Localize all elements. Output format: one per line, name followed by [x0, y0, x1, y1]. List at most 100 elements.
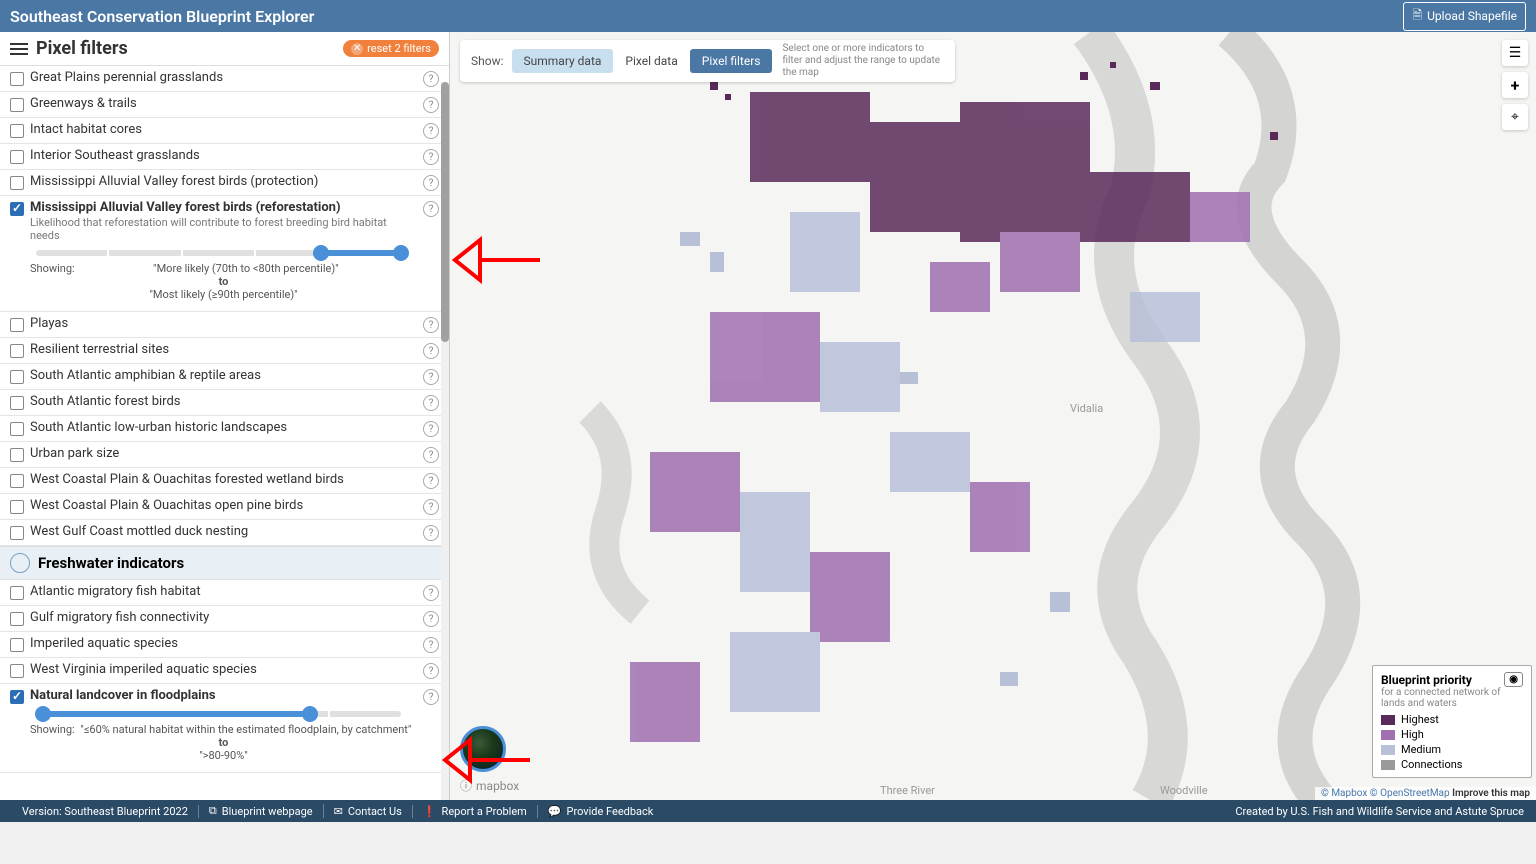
help-icon[interactable]: ? [423, 663, 439, 679]
zoom-in-button[interactable]: + [1502, 72, 1528, 98]
footer-blueprint-webpage[interactable]: ⧉ Blueprint webpage [199, 804, 324, 818]
legend-title: Blueprint priority [1381, 673, 1472, 687]
help-icon[interactable]: ? [423, 395, 439, 411]
filter-checkbox[interactable] [10, 474, 24, 488]
filter-checkbox[interactable] [10, 690, 24, 704]
filter-checkbox[interactable] [10, 344, 24, 358]
attrib-mapbox[interactable]: © Mapbox [1321, 788, 1367, 799]
category-freshwater: Freshwater indicators [0, 546, 449, 580]
slider-handle-min[interactable] [35, 706, 51, 722]
sidebar-header: Pixel filters reset 2 filters [0, 32, 449, 66]
slider-handle-min[interactable] [313, 245, 329, 261]
range-slider[interactable] [36, 711, 401, 717]
scrollbar-thumb[interactable] [441, 82, 449, 342]
help-icon[interactable]: ? [423, 97, 439, 113]
tab-summary-data[interactable]: Summary data [512, 49, 614, 73]
legend-visibility-toggle[interactable]: ◉ [1504, 672, 1523, 687]
footer-provide-feedback[interactable]: 💬 Provide Feedback [538, 805, 664, 818]
legend: Blueprint priority ◉ for a connected net… [1372, 665, 1532, 778]
filter-checkbox[interactable] [10, 612, 24, 626]
help-icon[interactable]: ? [423, 585, 439, 601]
scrollbar-track[interactable] [441, 82, 449, 800]
filter-checkbox[interactable] [10, 422, 24, 436]
legend-subtitle: for a connected network of lands and wat… [1381, 687, 1523, 709]
chat-icon: 💬 [548, 805, 562, 818]
filter-checkbox[interactable] [10, 396, 24, 410]
help-icon[interactable]: ? [423, 611, 439, 627]
slider-handle-max[interactable] [393, 245, 409, 261]
footer-contact-us[interactable]: ✉ Contact Us [324, 805, 413, 818]
map-attribution: © Mapbox © OpenStreetMap Improve this ma… [1315, 787, 1536, 800]
help-icon[interactable]: ? [423, 343, 439, 359]
filter-checkbox[interactable] [10, 176, 24, 190]
help-icon[interactable]: ? [423, 525, 439, 541]
help-icon[interactable]: ? [423, 447, 439, 463]
plus-icon: + [1511, 76, 1520, 95]
filter-checkbox[interactable] [10, 638, 24, 652]
help-icon[interactable]: ? [423, 689, 439, 705]
help-icon[interactable]: ? [423, 637, 439, 653]
filter-checkbox[interactable] [10, 448, 24, 462]
map-label-vidalia: Vidalia [1070, 402, 1103, 415]
range-slider[interactable] [36, 250, 401, 256]
upload-shapefile-button[interactable]: 🗎 Upload Shapefile [1403, 2, 1526, 31]
map-label-woodville: Woodville [1160, 784, 1208, 797]
filter-label: Playas [30, 316, 417, 331]
filter-checkbox[interactable] [10, 526, 24, 540]
filter-label: Resilient terrestrial sites [30, 342, 417, 357]
app-title: Southeast Conservation Blueprint Explore… [10, 7, 314, 26]
filter-item: West Coastal Plain & Ouachitas open pine… [0, 494, 449, 520]
help-icon[interactable]: ? [423, 317, 439, 333]
mapbox-logo: ⓘ mapbox [460, 777, 519, 794]
filter-item: Natural landcover in floodplainsShowing:… [0, 684, 449, 773]
map-area[interactable]: Vidalia Three River Woodville Show: Summ… [450, 32, 1536, 800]
compass-icon: ⌖ [1511, 109, 1519, 125]
help-icon[interactable]: ? [423, 175, 439, 191]
attrib-improve[interactable]: Improve this map [1452, 788, 1530, 799]
filter-checkbox[interactable] [10, 98, 24, 112]
filter-checkbox[interactable] [10, 72, 24, 86]
layers-button[interactable]: ☰ [1502, 40, 1528, 66]
reset-north-button[interactable]: ⌖ [1502, 104, 1528, 130]
globe-inset[interactable] [460, 726, 506, 772]
reset-label: reset 2 filters [367, 42, 431, 55]
help-icon[interactable]: ? [423, 473, 439, 489]
help-icon[interactable]: ? [423, 499, 439, 515]
legend-label: Highest [1401, 713, 1439, 726]
filter-checkbox[interactable] [10, 318, 24, 332]
filter-checkbox[interactable] [10, 150, 24, 164]
filter-item: Greenways & trails? [0, 92, 449, 118]
slider-handle-max[interactable] [302, 706, 318, 722]
help-icon[interactable]: ? [423, 123, 439, 139]
filter-label: Great Plains perennial grasslands [30, 70, 417, 85]
legend-row: Highest [1381, 713, 1523, 726]
filter-item: Atlantic migratory fish habitat? [0, 580, 449, 606]
help-icon[interactable]: ? [423, 369, 439, 385]
map-label-three-rivers: Three River [880, 784, 935, 797]
help-icon[interactable]: ? [423, 201, 439, 217]
filter-checkbox[interactable] [10, 202, 24, 216]
attrib-osm[interactable]: © OpenStreetMap [1370, 788, 1450, 799]
filter-checkbox[interactable] [10, 586, 24, 600]
tab-pixel-filters[interactable]: Pixel filters [690, 49, 773, 73]
showing-to-word: to [219, 275, 229, 288]
toolbar-help-text: Select one or more indicators to filter … [772, 43, 952, 79]
upload-label: Upload Shapefile [1427, 9, 1517, 23]
reset-filters-button[interactable]: reset 2 filters [343, 40, 439, 57]
filter-checkbox[interactable] [10, 500, 24, 514]
filter-item: Gulf migratory fish connectivity? [0, 606, 449, 632]
filter-label: Imperiled aquatic species [30, 636, 417, 651]
filter-item: South Atlantic forest birds? [0, 390, 449, 416]
help-icon[interactable]: ? [423, 149, 439, 165]
mail-icon: ✉ [334, 805, 343, 818]
footer-report-problem[interactable]: ❗ Report a Problem [413, 805, 538, 818]
filter-checkbox[interactable] [10, 664, 24, 678]
filter-item: South Atlantic low-urban historic landsc… [0, 416, 449, 442]
filter-list: Great Plains perennial grasslands?Greenw… [0, 66, 449, 800]
filter-item: Interior Southeast grasslands? [0, 144, 449, 170]
help-icon[interactable]: ? [423, 421, 439, 437]
filter-checkbox[interactable] [10, 370, 24, 384]
tab-pixel-data[interactable]: Pixel data [613, 49, 689, 73]
help-icon[interactable]: ? [423, 71, 439, 87]
filter-checkbox[interactable] [10, 124, 24, 138]
